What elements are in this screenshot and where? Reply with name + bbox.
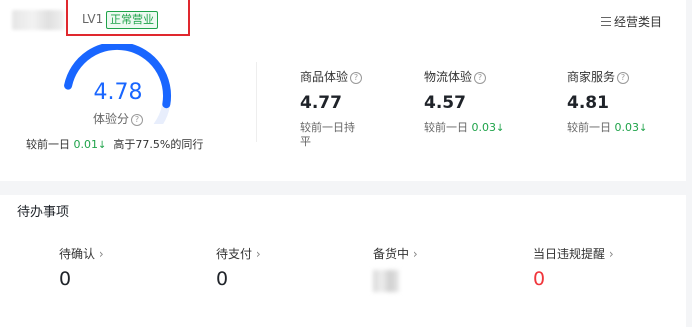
compare-value: 0.01 bbox=[73, 138, 99, 151]
metric-compare-label: 较前一日 bbox=[567, 121, 611, 134]
metric-logistics-experience: 物流体验? 4.57 较前一日 0.03↓ bbox=[424, 68, 504, 136]
experience-score: 4.78 bbox=[93, 80, 143, 105]
chevron-right-icon: › bbox=[98, 247, 104, 261]
business-categories-link[interactable]: 经营类目 bbox=[600, 13, 662, 30]
section-divider bbox=[256, 62, 257, 142]
business-categories-label: 经营类目 bbox=[613, 15, 662, 29]
help-icon[interactable]: ? bbox=[617, 72, 630, 84]
todo-value[interactable]: 0 bbox=[533, 268, 545, 290]
chevron-right-icon: › bbox=[412, 247, 418, 261]
todo-value[interactable]: 0 bbox=[216, 268, 228, 290]
peer-rank-text: 高于77.5%的同行 bbox=[113, 138, 204, 151]
annotation-highlight-box bbox=[66, 0, 190, 36]
experience-score-label: 体验分 bbox=[92, 112, 129, 126]
chevron-right-icon: › bbox=[608, 247, 614, 261]
experience-score-label-row: 体验分? bbox=[62, 110, 174, 127]
metric-label-row: 商品体验? bbox=[300, 68, 363, 85]
arrow-down-icon: ↓ bbox=[639, 123, 648, 134]
experience-compare-row: 较前一日 0.01↓ 高于77.5%的同行 bbox=[26, 136, 203, 152]
metric-label: 商家服务 bbox=[567, 70, 616, 84]
help-icon[interactable]: ? bbox=[474, 72, 487, 84]
metric-label-row: 物流体验? bbox=[424, 68, 504, 85]
metric-label: 商品体验 bbox=[300, 70, 349, 84]
metric-label: 物流体验 bbox=[424, 70, 473, 84]
todo-stocking[interactable]: 备货中 › bbox=[373, 245, 418, 262]
metric-merchant-service: 商家服务? 4.81 较前一日 0.03↓ bbox=[567, 68, 647, 136]
todo-title: 待办事项 bbox=[17, 205, 70, 220]
section-separator bbox=[0, 181, 692, 195]
metric-compare: 较前一日持平 bbox=[300, 121, 355, 148]
todo-pending-payment[interactable]: 待支付 › bbox=[216, 245, 261, 262]
todo-value-blurred[interactable] bbox=[373, 270, 399, 292]
metric-label-row: 商家服务? bbox=[567, 68, 647, 85]
compare-label: 较前一日 bbox=[26, 138, 70, 151]
metric-compare-label: 较前一日 bbox=[424, 121, 468, 134]
list-icon bbox=[600, 17, 611, 26]
arrow-down-icon: ↓ bbox=[98, 140, 107, 151]
metric-compare-row: 较前一日 0.03↓ bbox=[424, 121, 504, 136]
page-edge-strip bbox=[686, 0, 692, 327]
help-icon[interactable]: ? bbox=[350, 72, 363, 84]
metric-compare-row: 较前一日 0.03↓ bbox=[567, 121, 647, 136]
chevron-right-icon: › bbox=[255, 247, 261, 261]
metric-product-experience: 商品体验? 4.77 较前一日持平 bbox=[300, 68, 363, 149]
todo-label: 待支付 bbox=[216, 247, 253, 261]
todo-violation-alert[interactable]: 当日违规提醒 › bbox=[533, 245, 614, 262]
todo-label: 备货中 bbox=[373, 247, 410, 261]
metric-value: 4.77 bbox=[300, 93, 342, 113]
metric-value: 4.57 bbox=[424, 93, 466, 113]
help-icon[interactable]: ? bbox=[131, 114, 143, 126]
arrow-down-icon: ↓ bbox=[496, 123, 505, 134]
todo-label: 当日违规提醒 bbox=[533, 247, 606, 261]
metric-compare-value: 0.03 bbox=[614, 121, 640, 134]
todo-value[interactable]: 0 bbox=[59, 268, 71, 290]
shop-name-blurred bbox=[12, 10, 64, 30]
metric-value: 4.81 bbox=[567, 93, 609, 113]
todo-label: 待确认 bbox=[59, 247, 96, 261]
metric-compare-value: 0.03 bbox=[471, 121, 497, 134]
todo-pending-confirm[interactable]: 待确认 › bbox=[59, 245, 104, 262]
